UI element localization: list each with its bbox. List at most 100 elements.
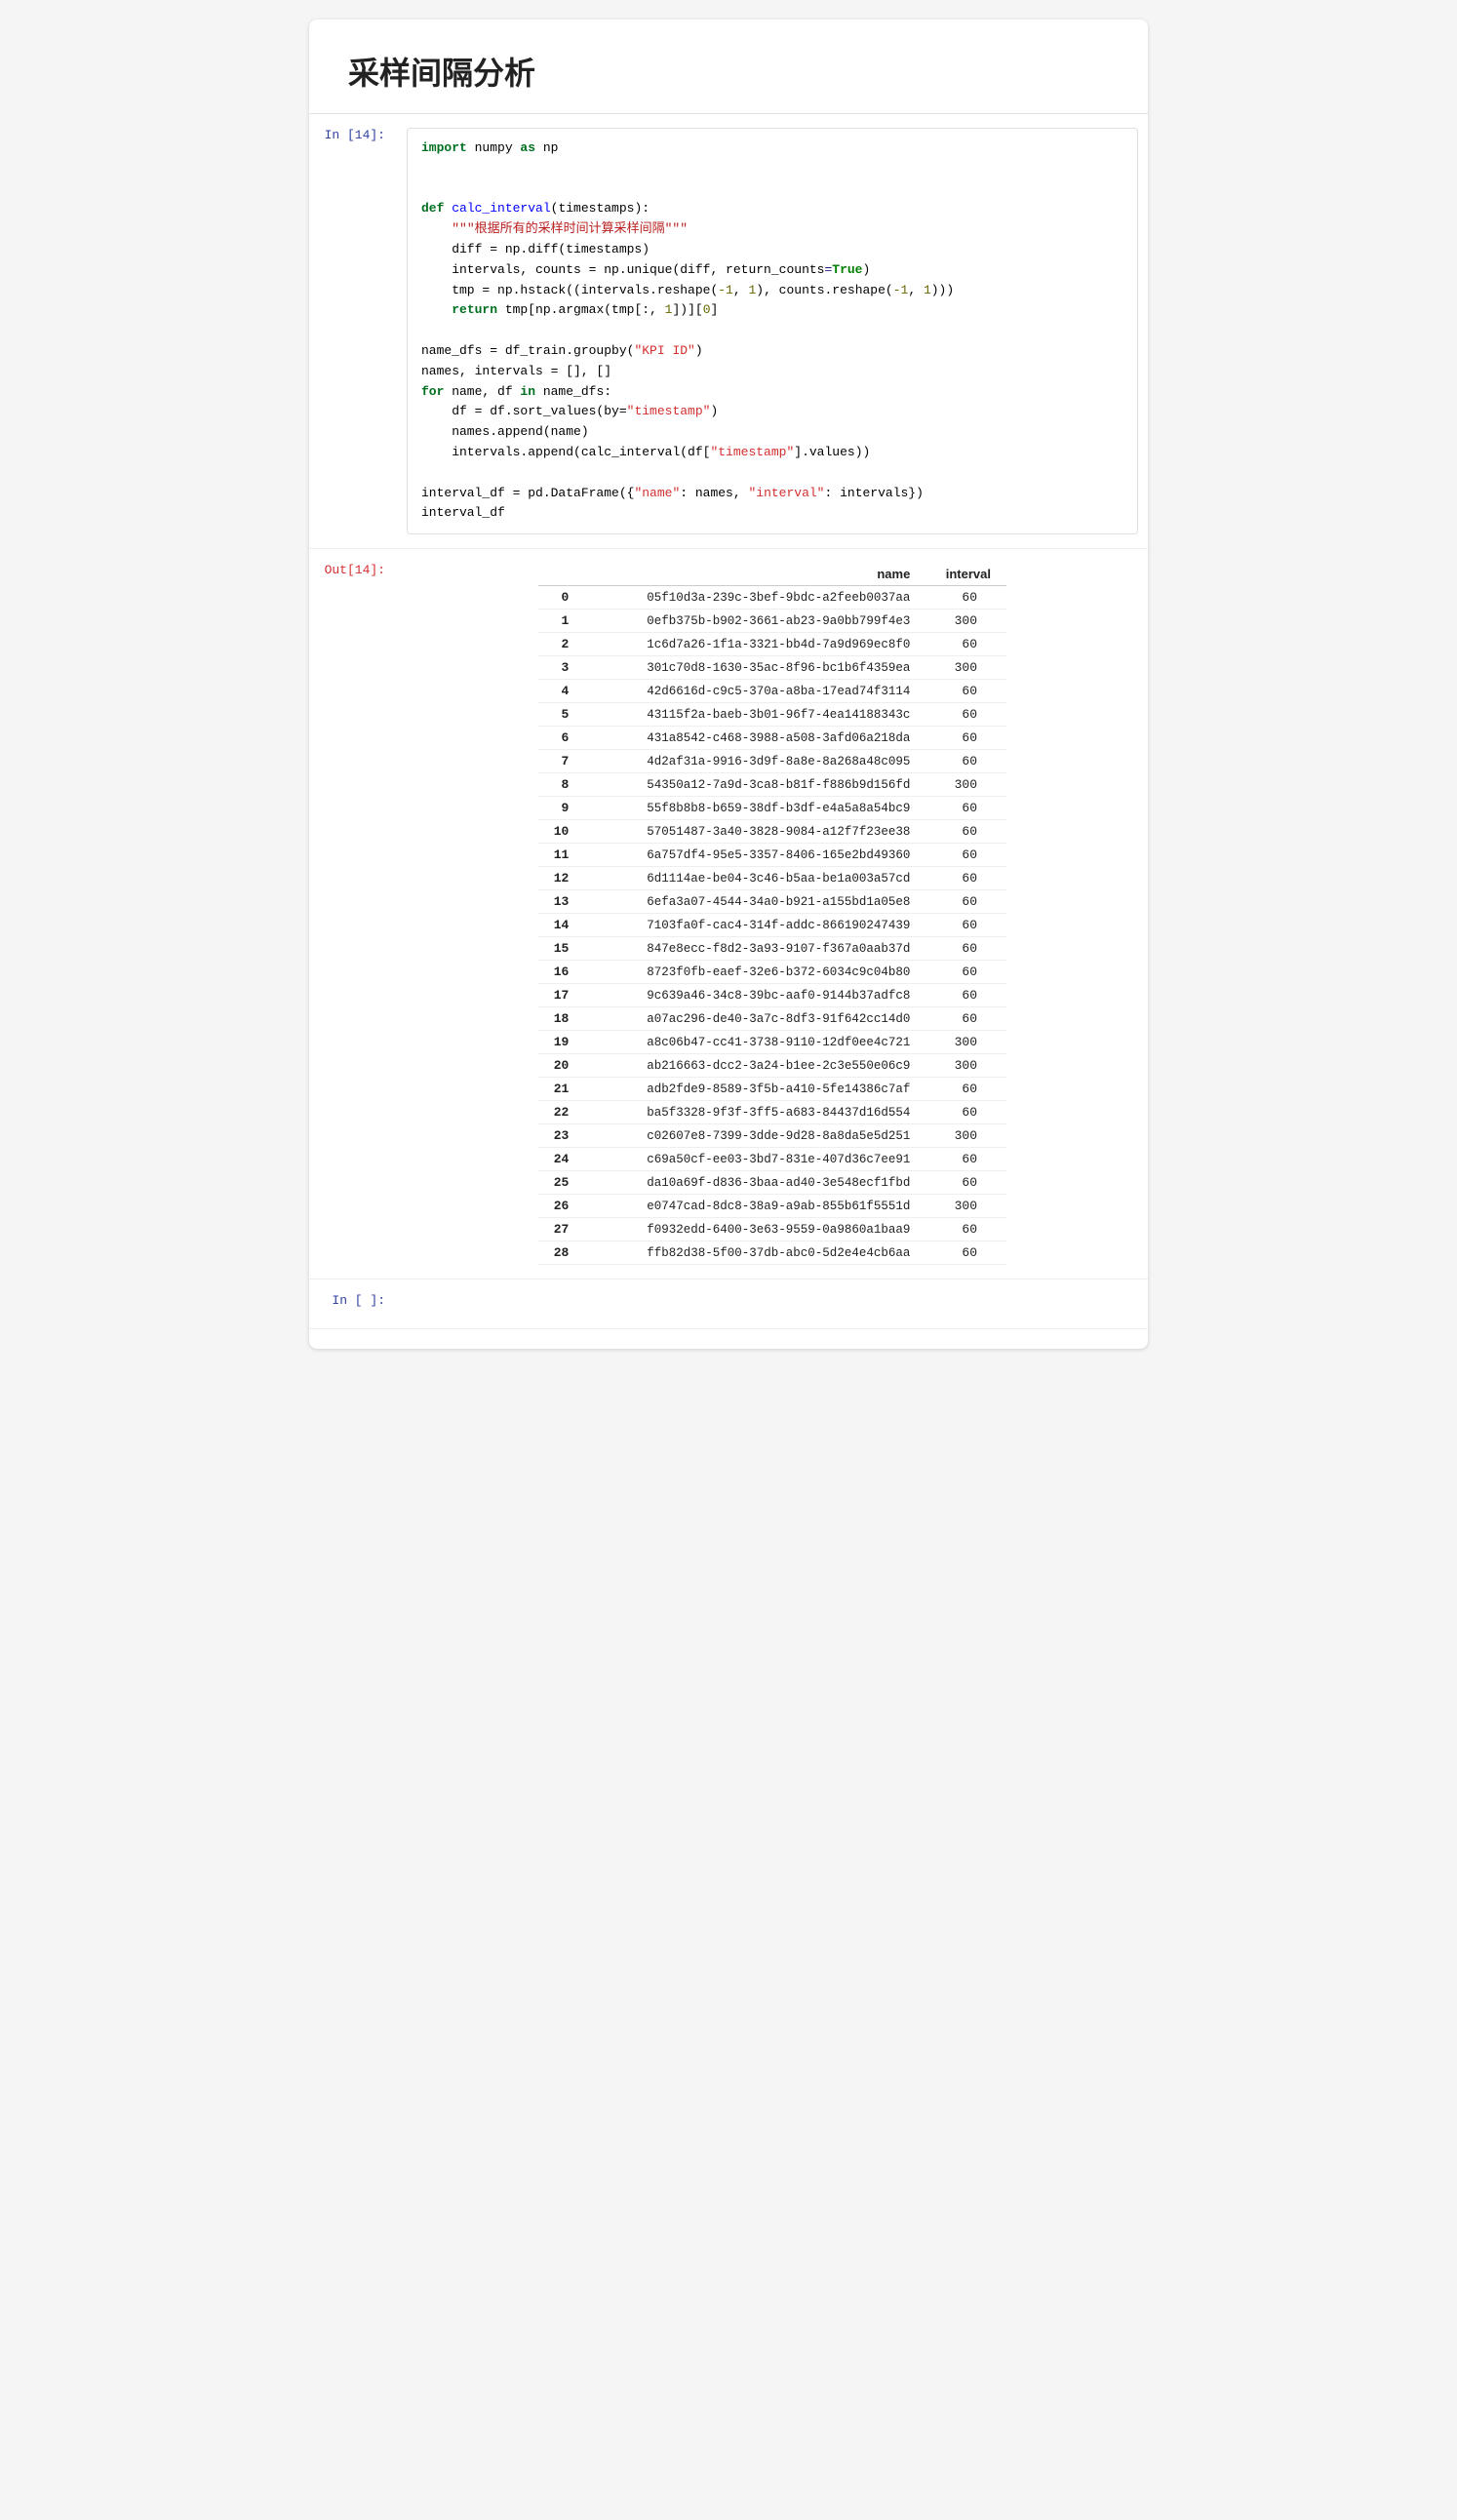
cell-name: 7103fa0f-cac4-314f-addc-866190247439 xyxy=(588,914,925,937)
cell-interval: 60 xyxy=(925,867,1006,890)
table-row: 1057051487-3a40-3828-9084-a12f7f23ee3860 xyxy=(538,820,1006,844)
cell-idx: 2 xyxy=(538,633,588,656)
table-row: 20ab216663-dcc2-3a24-b1ee-2c3e550e06c930… xyxy=(538,1054,1006,1078)
cell-name: adb2fde9-8589-3f5b-a410-5fe14386c7af xyxy=(588,1078,925,1101)
code-block[interactable]: import numpy as np def calc_interval(tim… xyxy=(407,128,1138,534)
cell-name: a8c06b47-cc41-3738-9110-12df0ee4c721 xyxy=(588,1031,925,1054)
page-title: 采样间隔分析 xyxy=(309,20,1148,114)
cell-name: ab216663-dcc2-3a24-b1ee-2c3e550e06c9 xyxy=(588,1054,925,1078)
cell-name: 4d2af31a-9916-3d9f-8a8e-8a268a48c095 xyxy=(588,750,925,773)
cell-interval: 60 xyxy=(925,914,1006,937)
cell-name: 301c70d8-1630-35ac-8f96-bc1b6f4359ea xyxy=(588,656,925,680)
table-row: 24c69a50cf-ee03-3bd7-831e-407d36c7ee9160 xyxy=(538,1148,1006,1171)
cell-interval: 60 xyxy=(925,890,1006,914)
cell-name: 54350a12-7a9d-3ca8-b81f-f886b9d156fd xyxy=(588,773,925,797)
cell-idx: 12 xyxy=(538,867,588,890)
cell-idx: 4 xyxy=(538,680,588,703)
table-row: 10efb375b-b902-3661-ab23-9a0bb799f4e3300 xyxy=(538,610,1006,633)
table-row: 27f0932edd-6400-3e63-9559-0a9860a1baa960 xyxy=(538,1218,1006,1241)
cell-interval: 60 xyxy=(925,844,1006,867)
table-row: 442d6616d-c9c5-370a-a8ba-17ead74f311460 xyxy=(538,680,1006,703)
cell-interval: 60 xyxy=(925,797,1006,820)
cell-idx: 1 xyxy=(538,610,588,633)
cell-in-label: In [14]: xyxy=(309,124,397,142)
cell-interval: 60 xyxy=(925,703,1006,727)
cell-out-label: Out[14]: xyxy=(309,559,397,577)
cell-interval: 300 xyxy=(925,773,1006,797)
cell-name: a07ac296-de40-3a7c-8df3-91f642cc14d0 xyxy=(588,1007,925,1031)
cell-idx: 25 xyxy=(538,1171,588,1195)
notebook-container: 采样间隔分析 In [14]: import numpy as np def c… xyxy=(309,20,1148,1349)
cell-name: 55f8b8b8-b659-38df-b3df-e4a5a8a54bc9 xyxy=(588,797,925,820)
cell-interval: 60 xyxy=(925,984,1006,1007)
cell-idx: 14 xyxy=(538,914,588,937)
cell-out-14: Out[14]: name interval 005f10d3a-239c-3b… xyxy=(309,549,1148,1280)
cell-idx: 16 xyxy=(538,961,588,984)
cell-idx: 13 xyxy=(538,890,588,914)
table-row: 21c6d7a26-1f1a-3321-bb4d-7a9d969ec8f060 xyxy=(538,633,1006,656)
cell-interval: 60 xyxy=(925,1171,1006,1195)
cell-name: f0932edd-6400-3e63-9559-0a9860a1baa9 xyxy=(588,1218,925,1241)
cell-name: e0747cad-8dc8-38a9-a9ab-855b61f5551d xyxy=(588,1195,925,1218)
cell-interval: 60 xyxy=(925,727,1006,750)
cell-interval: 60 xyxy=(925,1101,1006,1124)
cell-interval: 300 xyxy=(925,1195,1006,1218)
table-row: 19a8c06b47-cc41-3738-9110-12df0ee4c72130… xyxy=(538,1031,1006,1054)
cell-interval: 60 xyxy=(925,1241,1006,1265)
cell-idx: 28 xyxy=(538,1241,588,1265)
cell-name: c69a50cf-ee03-3bd7-831e-407d36c7ee91 xyxy=(588,1148,925,1171)
cell-name: 05f10d3a-239c-3bef-9bdc-a2feeb0037aa xyxy=(588,586,925,610)
cell-name: 42d6616d-c9c5-370a-a8ba-17ead74f3114 xyxy=(588,680,925,703)
cell-interval: 60 xyxy=(925,1078,1006,1101)
dataframe-table-wrap: name interval 005f10d3a-239c-3bef-9bdc-a… xyxy=(407,563,1138,1265)
cell-idx: 26 xyxy=(538,1195,588,1218)
cell-next-content[interactable] xyxy=(397,1289,1148,1319)
table-row: 21adb2fde9-8589-3f5b-a410-5fe14386c7af60 xyxy=(538,1078,1006,1101)
cell-idx: 11 xyxy=(538,844,588,867)
cell-interval: 60 xyxy=(925,820,1006,844)
table-row: 179c639a46-34c8-39bc-aaf0-9144b37adfc860 xyxy=(538,984,1006,1007)
cell-idx: 22 xyxy=(538,1101,588,1124)
col-header-idx xyxy=(538,563,588,586)
col-header-name: name xyxy=(588,563,925,586)
cell-idx: 21 xyxy=(538,1078,588,1101)
cell-name: 6efa3a07-4544-34a0-b921-a155bd1a05e8 xyxy=(588,890,925,914)
cell-idx: 17 xyxy=(538,984,588,1007)
cell-name: 6d1114ae-be04-3c46-b5aa-be1a003a57cd xyxy=(588,867,925,890)
cell-idx: 19 xyxy=(538,1031,588,1054)
cell-interval: 60 xyxy=(925,586,1006,610)
cell-name: 431a8542-c468-3988-a508-3afd06a218da xyxy=(588,727,925,750)
cell-idx: 3 xyxy=(538,656,588,680)
cell-name: 0efb375b-b902-3661-ab23-9a0bb799f4e3 xyxy=(588,610,925,633)
cell-interval: 300 xyxy=(925,656,1006,680)
table-row: 955f8b8b8-b659-38df-b3df-e4a5a8a54bc960 xyxy=(538,797,1006,820)
table-row: 18a07ac296-de40-3a7c-8df3-91f642cc14d060 xyxy=(538,1007,1006,1031)
table-row: 25da10a69f-d836-3baa-ad40-3e548ecf1fbd60 xyxy=(538,1171,1006,1195)
table-row: 005f10d3a-239c-3bef-9bdc-a2feeb0037aa60 xyxy=(538,586,1006,610)
table-row: 136efa3a07-4544-34a0-b921-a155bd1a05e860 xyxy=(538,890,1006,914)
cell-idx: 8 xyxy=(538,773,588,797)
cell-interval: 60 xyxy=(925,633,1006,656)
cell-name: da10a69f-d836-3baa-ad40-3e548ecf1fbd xyxy=(588,1171,925,1195)
cell-interval: 60 xyxy=(925,680,1006,703)
cell-interval: 60 xyxy=(925,750,1006,773)
cell-interval: 60 xyxy=(925,961,1006,984)
cell-idx: 27 xyxy=(538,1218,588,1241)
cell-name: 6a757df4-95e5-3357-8406-165e2bd49360 xyxy=(588,844,925,867)
cell-name: 1c6d7a26-1f1a-3321-bb4d-7a9d969ec8f0 xyxy=(588,633,925,656)
table-row: 168723f0fb-eaef-32e6-b372-6034c9c04b8060 xyxy=(538,961,1006,984)
table-row: 126d1114ae-be04-3c46-b5aa-be1a003a57cd60 xyxy=(538,867,1006,890)
cell-idx: 5 xyxy=(538,703,588,727)
table-row: 74d2af31a-9916-3d9f-8a8e-8a268a48c09560 xyxy=(538,750,1006,773)
cell-interval: 300 xyxy=(925,1054,1006,1078)
cell-idx: 20 xyxy=(538,1054,588,1078)
cell-interval: 60 xyxy=(925,1007,1006,1031)
cell-idx: 6 xyxy=(538,727,588,750)
cell-in-next: In [ ]: xyxy=(309,1280,1148,1329)
table-row: 116a757df4-95e5-3357-8406-165e2bd4936060 xyxy=(538,844,1006,867)
cell-next-label: In [ ]: xyxy=(309,1289,397,1308)
cell-name: 847e8ecc-f8d2-3a93-9107-f367a0aab37d xyxy=(588,937,925,961)
cell-in-content[interactable]: import numpy as np def calc_interval(tim… xyxy=(397,124,1148,538)
table-row: 28ffb82d38-5f00-37db-abc0-5d2e4e4cb6aa60 xyxy=(538,1241,1006,1265)
cell-idx: 15 xyxy=(538,937,588,961)
